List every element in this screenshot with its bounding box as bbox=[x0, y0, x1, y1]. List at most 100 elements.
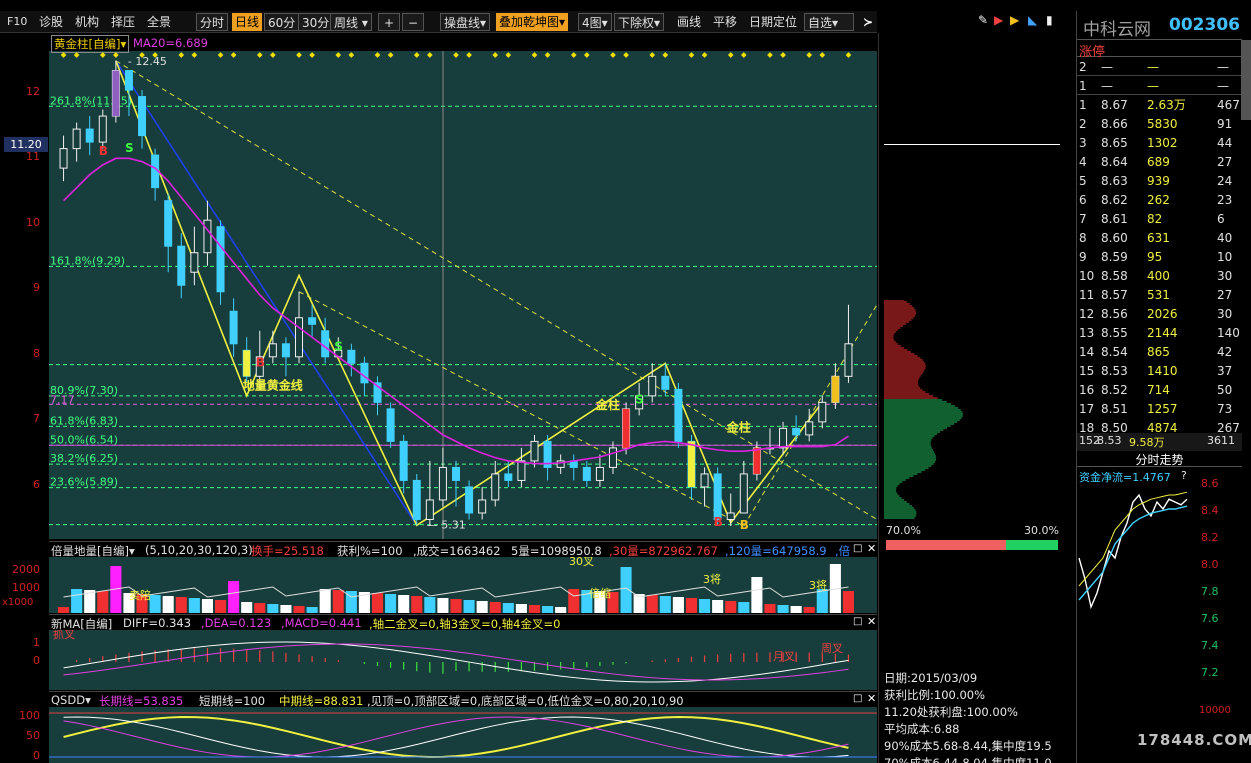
order-book-row[interactable]: 16 8.52 714 50 bbox=[1077, 381, 1242, 399]
signal-diamond bbox=[217, 52, 224, 58]
volume-bar bbox=[542, 606, 554, 613]
fund-flow-help-icon[interactable]: ? bbox=[1181, 469, 1187, 482]
candle-body bbox=[216, 226, 225, 293]
collapse-icon[interactable]: ≻ bbox=[860, 13, 876, 31]
order-book-cell: 8.52 bbox=[1101, 383, 1128, 397]
date-locate-button[interactable]: 日期定位 bbox=[746, 13, 800, 31]
pencil-icon[interactable]: ✎ bbox=[978, 13, 988, 27]
signal-note: B bbox=[99, 144, 108, 158]
candle-body bbox=[177, 245, 186, 286]
tab-weekly[interactable]: 周线 ▾ bbox=[330, 13, 372, 31]
signal-note: S bbox=[635, 393, 644, 407]
volume-bar bbox=[450, 599, 462, 613]
volume-bar bbox=[188, 598, 200, 613]
zoom-in-button[interactable]: + bbox=[378, 13, 400, 31]
order-book-cell: 95 bbox=[1147, 250, 1163, 264]
order-book-row[interactable]: 4 8.64 689 27 bbox=[1077, 153, 1242, 171]
chart-toolbar: F10 诊股 机构 择压 全景 分时 日线 60分 30分 周线 ▾ + − 操… bbox=[0, 11, 877, 33]
order-book-row[interactable]: 11 8.57 531 27 bbox=[1077, 286, 1242, 304]
four-chart-dropdown[interactable]: 4图▾ bbox=[578, 13, 612, 31]
order-book-row[interactable]: 2 — — — bbox=[1077, 58, 1242, 76]
panel-maximize-icon[interactable]: □ bbox=[853, 616, 862, 627]
order-book-cell: 140 bbox=[1217, 326, 1240, 340]
tab-intraday[interactable]: 分时 bbox=[196, 13, 229, 31]
signal-diamond bbox=[73, 52, 80, 58]
order-book-row[interactable]: 3 8.65 1302 44 bbox=[1077, 134, 1242, 152]
panel-close-icon[interactable]: ✕ bbox=[867, 692, 876, 705]
panel-maximize-icon[interactable]: □ bbox=[853, 543, 862, 554]
signal-diamond bbox=[662, 52, 669, 58]
order-book-cell: 467 bbox=[1217, 98, 1240, 112]
order-book-row[interactable]: 13 8.55 2144 140 bbox=[1077, 324, 1242, 342]
order-book-row[interactable]: 15 8.53 1410 37 bbox=[1077, 362, 1242, 380]
order-book-cell: 400 bbox=[1147, 269, 1170, 283]
signal-diamond bbox=[466, 52, 472, 58]
order-book-scrollbar[interactable] bbox=[1241, 40, 1251, 120]
draw-line-button[interactable]: 画线 bbox=[674, 13, 704, 31]
order-book-row[interactable]: 14 8.54 865 42 bbox=[1077, 343, 1242, 361]
order-book-row[interactable]: 10 8.58 400 30 bbox=[1077, 267, 1242, 285]
qsdd-line bbox=[63, 716, 849, 758]
price-tick: 10 bbox=[26, 216, 40, 229]
panel-close-icon[interactable]: ✕ bbox=[867, 615, 876, 628]
exright-dropdown[interactable]: 下除权▾ bbox=[614, 13, 665, 31]
watchlist-dropdown[interactable]: 自选▾ bbox=[804, 13, 854, 31]
diagnose-button[interactable]: 诊股 bbox=[36, 13, 66, 31]
signal-note: 地量黄金线 bbox=[243, 377, 303, 392]
intraday-title[interactable]: 分时走势 bbox=[1077, 451, 1242, 467]
panel-maximize-icon[interactable]: □ bbox=[853, 693, 862, 704]
chevron-down-icon: ▾ bbox=[654, 16, 661, 30]
order-book-row[interactable]: 17 8.51 1257 73 bbox=[1077, 400, 1242, 418]
order-book-cell: 24 bbox=[1217, 174, 1233, 188]
overlay-chart-dropdown[interactable]: 叠加乾坤图▾ bbox=[496, 13, 569, 31]
tab-30min[interactable]: 30分 bbox=[298, 13, 334, 31]
flag-icon[interactable]: ▶ bbox=[994, 13, 1003, 27]
pan-button[interactable]: 平移 bbox=[710, 13, 740, 31]
volume-bar bbox=[411, 596, 423, 613]
order-book-cell: 631 bbox=[1147, 231, 1170, 245]
price-axis: 12 11 10 9 8 7 6 11.20 bbox=[0, 33, 49, 539]
chip-right-percent: 30.0% bbox=[1024, 524, 1059, 537]
candle-body bbox=[595, 466, 604, 481]
order-book-row[interactable]: 9 8.59 95 10 bbox=[1077, 248, 1242, 266]
qsdd-tick: 50 bbox=[26, 729, 40, 742]
order-book-row[interactable]: 2 8.66 5830 91 bbox=[1077, 115, 1242, 133]
institution-button[interactable]: 机构 bbox=[72, 13, 102, 31]
order-book-row[interactable]: 1 — — — bbox=[1077, 77, 1242, 95]
volume-bar bbox=[790, 606, 802, 613]
signal-note: B bbox=[256, 356, 265, 370]
order-book-row[interactable]: 1 8.67 2.63万 467 bbox=[1077, 96, 1242, 114]
signal-diamond bbox=[413, 52, 420, 58]
panel-close-icon[interactable]: ✕ bbox=[867, 542, 876, 555]
macd-tick: 1 bbox=[33, 636, 40, 649]
intraday-axis: 8.6 8.4 8.2 8.0 7.8 7.6 7.4 7.2 10000 bbox=[1197, 477, 1237, 763]
f10-button[interactable]: F10 bbox=[4, 13, 30, 31]
flag-f-icon[interactable]: ▶ bbox=[1010, 13, 1019, 27]
operation-line-dropdown[interactable]: 操盘线▾ bbox=[440, 13, 491, 31]
candle-body bbox=[72, 128, 81, 150]
limit-up-tab[interactable]: 涨停 bbox=[1077, 39, 1242, 60]
order-book-row[interactable]: 5 8.63 939 24 bbox=[1077, 172, 1242, 190]
tab-daily[interactable]: 日线 bbox=[232, 13, 263, 31]
lock-icon[interactable]: ▮ bbox=[1046, 13, 1053, 27]
volume-bar bbox=[816, 589, 828, 613]
candle-body bbox=[438, 466, 447, 501]
signal-diamond bbox=[191, 52, 198, 58]
order-book-row[interactable]: 8 8.60 631 40 bbox=[1077, 229, 1242, 247]
order-book-cell: 1257 bbox=[1147, 402, 1178, 416]
pressure-button[interactable]: 择压 bbox=[108, 13, 138, 31]
chip-top-divider bbox=[884, 144, 1060, 145]
cursor-icon[interactable]: ◣ bbox=[1028, 13, 1037, 27]
order-book-row[interactable]: 7 8.61 82 6 bbox=[1077, 210, 1242, 228]
volume-bar bbox=[306, 607, 318, 613]
zoom-out-button[interactable]: − bbox=[402, 13, 424, 31]
overview-button[interactable]: 全景 bbox=[144, 13, 174, 31]
order-summary-row: 152 8.53 9.58万 3611 bbox=[1077, 433, 1242, 451]
order-book-row[interactable]: 12 8.56 2026 30 bbox=[1077, 305, 1242, 323]
order-book-row[interactable]: 6 8.62 262 23 bbox=[1077, 191, 1242, 209]
volume-tick: 1000 bbox=[12, 581, 40, 594]
ma20-line bbox=[62, 157, 849, 465]
qsdd-indicator-selector[interactable]: QSDD▾ bbox=[51, 693, 91, 707]
tab-60min[interactable]: 60分 bbox=[264, 13, 300, 31]
order-book-cell: 82 bbox=[1147, 212, 1163, 226]
